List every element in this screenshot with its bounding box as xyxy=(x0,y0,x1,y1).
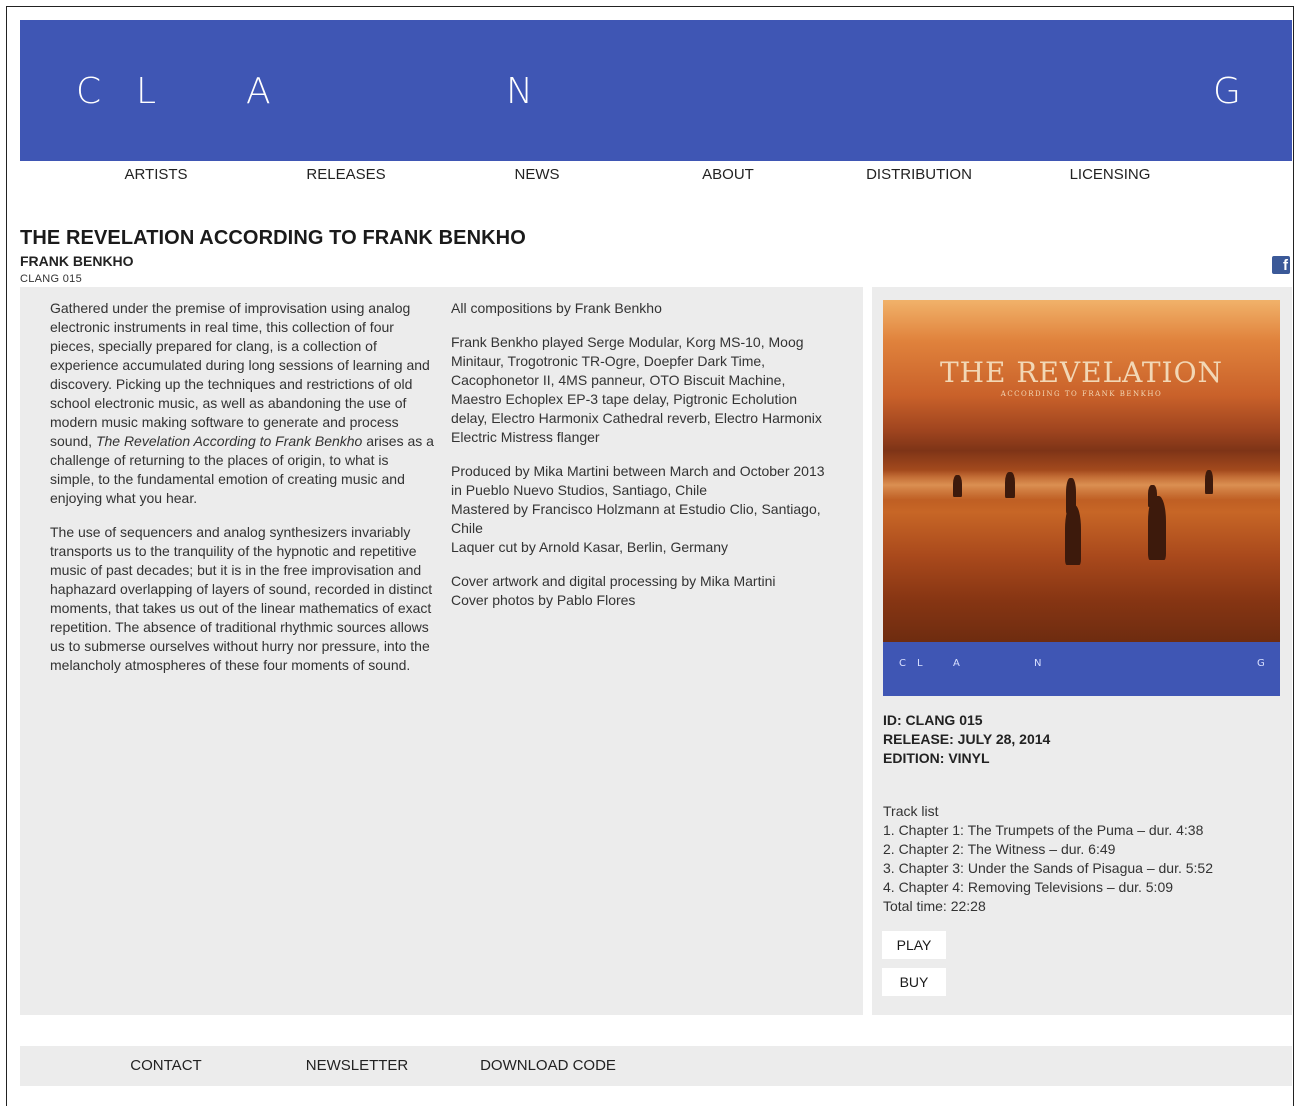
release-catalog-number: CLANG 015 xyxy=(20,273,83,285)
meta-edition: EDITION: VINYL xyxy=(883,750,990,766)
credit-artwork: Cover artwork and digital processing by … xyxy=(451,573,776,589)
nav-releases[interactable]: RELEASES xyxy=(306,166,385,183)
description-column: Gathered under the premise of improvisat… xyxy=(50,299,435,690)
credit-mastered: Mastered by Francisco Holzmann at Estudi… xyxy=(451,501,821,536)
credit-instruments: Frank Benkho played Serge Modular, Korg … xyxy=(451,334,822,445)
nav-distribution[interactable]: DISTRIBUTION xyxy=(866,166,972,183)
nav-news[interactable]: NEWS xyxy=(515,166,560,183)
footer-download-code[interactable]: DOWNLOAD CODE xyxy=(480,1057,616,1074)
album-cover: THE REVELATION ACCORDING TO FRANK BENKHO… xyxy=(883,300,1280,696)
credit-compositions: All compositions by Frank Benkho xyxy=(451,300,662,316)
logo-letter-g: G xyxy=(1213,71,1241,112)
cover-figure xyxy=(1205,470,1213,494)
cover-brand-band: C L A N G xyxy=(883,642,1280,696)
cover-title: THE REVELATION xyxy=(939,356,1224,389)
track-total-time: Total time: 22:28 xyxy=(883,898,986,914)
credit-laquer: Laquer cut by Arnold Kasar, Berlin, Germ… xyxy=(451,539,729,555)
cover-sunlight xyxy=(883,470,1280,500)
cover-photo: THE REVELATION ACCORDING TO FRANK BENKHO xyxy=(883,300,1280,642)
release-metadata: ID: CLANG 015 RELEASE: JULY 28, 2014 EDI… xyxy=(883,711,1050,768)
cover-figure xyxy=(1005,472,1015,498)
meta-id: ID: CLANG 015 xyxy=(883,712,983,728)
release-title: THE REVELATION ACCORDING TO FRANK BENKHO xyxy=(20,227,526,249)
cover-band-letter: L xyxy=(917,658,923,669)
description-paragraph-2: The use of sequencers and analog synthes… xyxy=(50,524,433,673)
description-album-title: The Revelation According to Frank Benkho xyxy=(95,433,363,449)
cover-band-letter: N xyxy=(1034,658,1042,669)
logo-letter-l: L xyxy=(136,71,157,112)
track-item: 4. Chapter 4: Removing Televisions – dur… xyxy=(883,879,1174,895)
release-info-panel: THE REVELATION ACCORDING TO FRANK BENKHO… xyxy=(872,287,1292,1015)
cover-band-letter: C xyxy=(899,658,906,669)
cover-figure xyxy=(1148,496,1166,560)
track-item: 2. Chapter 2: The Witness – dur. 6:49 xyxy=(883,841,1116,857)
credits-column: All compositions by Frank Benkho Frank B… xyxy=(451,299,836,625)
play-button[interactable]: PLAY xyxy=(882,931,946,959)
site-footer: CONTACT NEWSLETTER DOWNLOAD CODE xyxy=(20,1046,1292,1086)
cover-band-letter: G xyxy=(1257,658,1265,669)
cover-figure xyxy=(1065,505,1081,565)
nav-artists[interactable]: ARTISTS xyxy=(124,166,187,183)
track-list-heading: Track list xyxy=(883,803,939,819)
logo-letter-c: C xyxy=(76,71,102,112)
nav-licensing[interactable]: LICENSING xyxy=(1070,166,1151,183)
site-header-logo[interactable]: C L A N G xyxy=(20,20,1292,161)
credit-artwork-block: Cover artwork and digital processing by … xyxy=(451,572,836,610)
credit-photos: Cover photos by Pablo Flores xyxy=(451,592,636,608)
description-text: Gathered under the premise of improvisat… xyxy=(50,300,430,449)
main-nav: ARTISTS RELEASES NEWS ABOUT DISTRIBUTION… xyxy=(20,166,1292,190)
logo-letter-a: A xyxy=(246,71,271,112)
cover-subtitle: ACCORDING TO FRANK BENKHO xyxy=(1000,390,1163,398)
meta-release-date: RELEASE: JULY 28, 2014 xyxy=(883,731,1051,747)
track-item: 1. Chapter 1: The Trumpets of the Puma –… xyxy=(883,822,1204,838)
facebook-icon[interactable]: f xyxy=(1272,256,1290,274)
credit-production: Produced by Mika Martini between March a… xyxy=(451,462,836,557)
release-artist[interactable]: FRANK BENKHO xyxy=(20,253,134,269)
logo-letter-n: N xyxy=(506,71,533,112)
release-description-panel: Gathered under the premise of improvisat… xyxy=(20,287,863,1015)
description-paragraph-1: Gathered under the premise of improvisat… xyxy=(50,299,435,508)
track-item: 3. Chapter 3: Under the Sands of Pisagua… xyxy=(883,860,1213,876)
track-list: Track list 1. Chapter 1: The Trumpets of… xyxy=(883,802,1283,916)
buy-button[interactable]: BUY xyxy=(882,968,946,996)
credit-produced: Produced by Mika Martini between March a… xyxy=(451,463,825,498)
footer-contact[interactable]: CONTACT xyxy=(130,1057,201,1074)
footer-newsletter[interactable]: NEWSLETTER xyxy=(306,1057,409,1074)
cover-band-letter: A xyxy=(953,658,960,669)
cover-figure xyxy=(953,475,962,497)
nav-about[interactable]: ABOUT xyxy=(702,166,754,183)
